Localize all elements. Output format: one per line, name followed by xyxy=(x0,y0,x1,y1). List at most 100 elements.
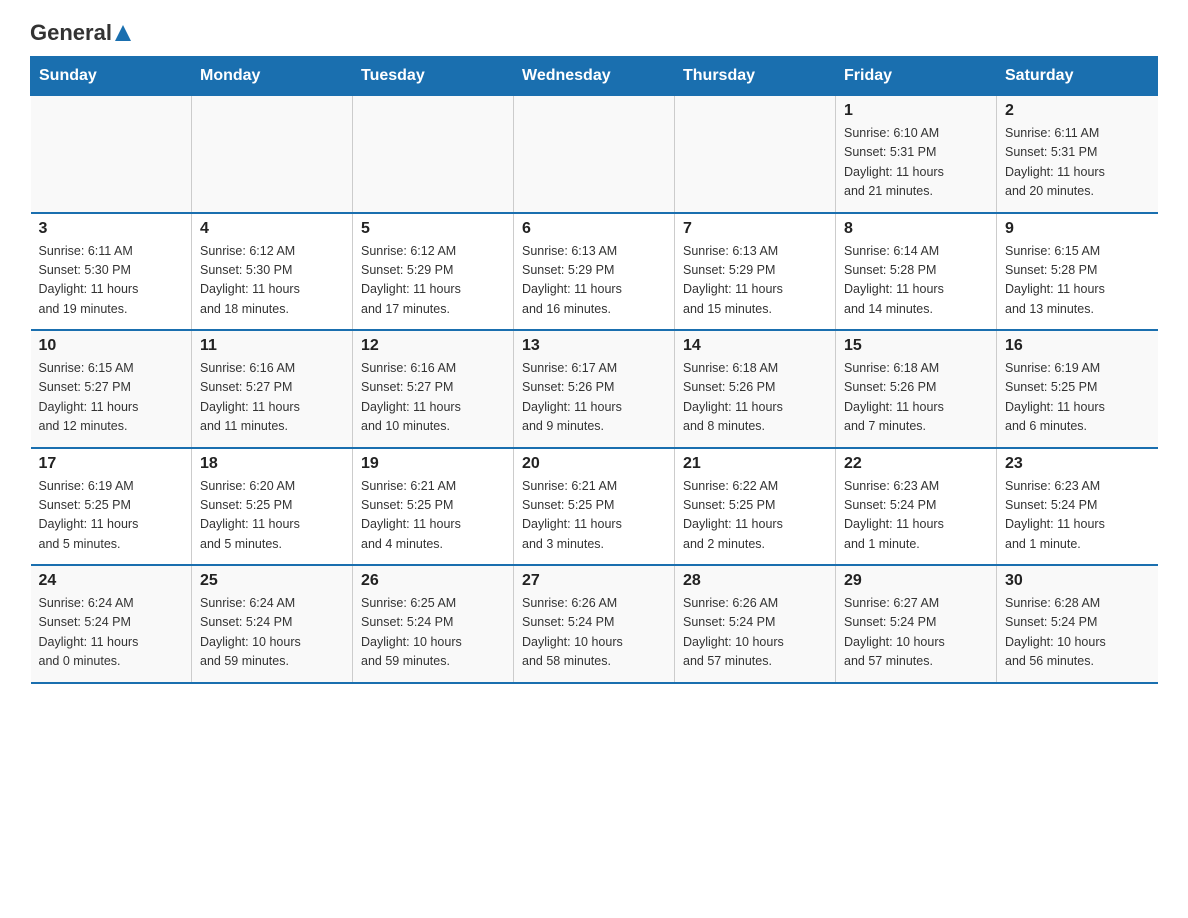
day-number: 21 xyxy=(683,455,827,473)
calendar-table: SundayMondayTuesdayWednesdayThursdayFrid… xyxy=(30,56,1158,684)
calendar-cell: 10 Sunrise: 6:15 AMSunset: 5:27 PMDayligh… xyxy=(31,330,192,448)
day-info: Sunrise: 6:23 AMSunset: 5:24 PMDaylight:… xyxy=(844,477,988,555)
day-info: Sunrise: 6:19 AMSunset: 5:25 PMDaylight:… xyxy=(39,477,184,555)
logo-triangle-icon xyxy=(115,25,131,41)
calendar-cell: 19Sunrise: 6:21 AMSunset: 5:25 PMDayligh… xyxy=(353,448,514,566)
calendar-cell: 20 Sunrise: 6:21 AMSunset: 5:25 PMDayligh… xyxy=(514,448,675,566)
calendar-cell: 14 Sunrise: 6:18 AMSunset: 5:26 PMDayligh… xyxy=(675,330,836,448)
day-number: 15 xyxy=(844,337,988,355)
day-info: Sunrise: 6:16 AMSunset: 5:27 PMDaylight:… xyxy=(361,359,505,437)
day-info: Sunrise: 6:14 AMSunset: 5:28 PMDaylight:… xyxy=(844,242,988,320)
day-number: 24 xyxy=(39,572,184,590)
header-cell-sunday: Sunday xyxy=(31,57,192,96)
calendar-cell: 30Sunrise: 6:28 AMSunset: 5:24 PMDayligh… xyxy=(997,565,1158,683)
calendar-cell: 24 Sunrise: 6:24 AMSunset: 5:24 PMDayligh… xyxy=(31,565,192,683)
week-row: 24 Sunrise: 6:24 AMSunset: 5:24 PMDayligh… xyxy=(31,565,1158,683)
day-info: Sunrise: 6:19 AMSunset: 5:25 PMDaylight:… xyxy=(1005,359,1150,437)
week-row: 3 Sunrise: 6:11 AMSunset: 5:30 PMDaylight… xyxy=(31,213,1158,331)
day-number: 22 xyxy=(844,455,988,473)
calendar-cell: 15Sunrise: 6:18 AMSunset: 5:26 PMDayligh… xyxy=(836,330,997,448)
header-cell-saturday: Saturday xyxy=(997,57,1158,96)
calendar-cell: 1 Sunrise: 6:10 AMSunset: 5:31 PMDaylight… xyxy=(836,96,997,213)
day-number: 3 xyxy=(39,220,184,238)
calendar-cell: 13 Sunrise: 6:17 AMSunset: 5:26 PMDayligh… xyxy=(514,330,675,448)
day-info: Sunrise: 6:22 AMSunset: 5:25 PMDaylight:… xyxy=(683,477,827,555)
day-info: Sunrise: 6:26 AMSunset: 5:24 PMDaylight:… xyxy=(522,594,666,672)
day-number: 20 xyxy=(522,455,666,473)
day-info: Sunrise: 6:10 AMSunset: 5:31 PMDaylight:… xyxy=(844,124,988,202)
day-number: 28 xyxy=(683,572,827,590)
day-number: 18 xyxy=(200,455,344,473)
header-cell-tuesday: Tuesday xyxy=(353,57,514,96)
calendar-cell: 18 Sunrise: 6:20 AMSunset: 5:25 PMDayligh… xyxy=(192,448,353,566)
day-number: 7 xyxy=(683,220,827,238)
day-number: 29 xyxy=(844,572,988,590)
day-info: Sunrise: 6:24 AMSunset: 5:24 PMDaylight:… xyxy=(39,594,184,672)
calendar-cell: 5Sunrise: 6:12 AMSunset: 5:29 PMDaylight… xyxy=(353,213,514,331)
day-number: 11 xyxy=(200,337,344,355)
day-number: 4 xyxy=(200,220,344,238)
header-cell-wednesday: Wednesday xyxy=(514,57,675,96)
calendar-cell: 25 Sunrise: 6:24 AMSunset: 5:24 PMDayligh… xyxy=(192,565,353,683)
calendar-cell xyxy=(353,96,514,213)
day-info: Sunrise: 6:15 AMSunset: 5:27 PMDaylight:… xyxy=(39,359,184,437)
calendar-cell: 22 Sunrise: 6:23 AMSunset: 5:24 PMDayligh… xyxy=(836,448,997,566)
calendar-cell: 2 Sunrise: 6:11 AMSunset: 5:31 PMDaylight… xyxy=(997,96,1158,213)
day-number: 26 xyxy=(361,572,505,590)
day-number: 17 xyxy=(39,455,184,473)
calendar-cell: 16 Sunrise: 6:19 AMSunset: 5:25 PMDayligh… xyxy=(997,330,1158,448)
week-row: 10 Sunrise: 6:15 AMSunset: 5:27 PMDayligh… xyxy=(31,330,1158,448)
day-info: Sunrise: 6:25 AMSunset: 5:24 PMDaylight:… xyxy=(361,594,505,672)
logo-general: General xyxy=(30,20,112,46)
day-number: 12 xyxy=(361,337,505,355)
day-number: 10 xyxy=(39,337,184,355)
day-number: 23 xyxy=(1005,455,1150,473)
calendar-cell: 8Sunrise: 6:14 AMSunset: 5:28 PMDaylight… xyxy=(836,213,997,331)
calendar-body: 1 Sunrise: 6:10 AMSunset: 5:31 PMDaylight… xyxy=(31,96,1158,683)
header-row: SundayMondayTuesdayWednesdayThursdayFrid… xyxy=(31,57,1158,96)
calendar-cell xyxy=(675,96,836,213)
day-info: Sunrise: 6:13 AMSunset: 5:29 PMDaylight:… xyxy=(683,242,827,320)
calendar-cell: 28 Sunrise: 6:26 AMSunset: 5:24 PMDayligh… xyxy=(675,565,836,683)
calendar-cell: 26 Sunrise: 6:25 AMSunset: 5:24 PMDayligh… xyxy=(353,565,514,683)
calendar-cell: 23 Sunrise: 6:23 AMSunset: 5:24 PMDayligh… xyxy=(997,448,1158,566)
calendar-cell: 21 Sunrise: 6:22 AMSunset: 5:25 PMDayligh… xyxy=(675,448,836,566)
day-info: Sunrise: 6:11 AMSunset: 5:30 PMDaylight:… xyxy=(39,242,184,320)
page-header: General xyxy=(30,20,1158,42)
day-number: 1 xyxy=(844,102,988,120)
day-number: 27 xyxy=(522,572,666,590)
day-info: Sunrise: 6:24 AMSunset: 5:24 PMDaylight:… xyxy=(200,594,344,672)
day-number: 5 xyxy=(361,220,505,238)
day-info: Sunrise: 6:28 AMSunset: 5:24 PMDaylight:… xyxy=(1005,594,1150,672)
day-number: 9 xyxy=(1005,220,1150,238)
calendar-cell: 27 Sunrise: 6:26 AMSunset: 5:24 PMDayligh… xyxy=(514,565,675,683)
calendar-cell: 7 Sunrise: 6:13 AMSunset: 5:29 PMDaylight… xyxy=(675,213,836,331)
day-number: 14 xyxy=(683,337,827,355)
day-info: Sunrise: 6:11 AMSunset: 5:31 PMDaylight:… xyxy=(1005,124,1150,202)
day-info: Sunrise: 6:12 AMSunset: 5:30 PMDaylight:… xyxy=(200,242,344,320)
header-cell-monday: Monday xyxy=(192,57,353,96)
day-info: Sunrise: 6:23 AMSunset: 5:24 PMDaylight:… xyxy=(1005,477,1150,555)
day-info: Sunrise: 6:26 AMSunset: 5:24 PMDaylight:… xyxy=(683,594,827,672)
calendar-cell: 29Sunrise: 6:27 AMSunset: 5:24 PMDayligh… xyxy=(836,565,997,683)
header-cell-friday: Friday xyxy=(836,57,997,96)
calendar-cell: 17 Sunrise: 6:19 AMSunset: 5:25 PMDayligh… xyxy=(31,448,192,566)
logo: General xyxy=(30,20,133,42)
day-number: 25 xyxy=(200,572,344,590)
day-info: Sunrise: 6:21 AMSunset: 5:25 PMDaylight:… xyxy=(522,477,666,555)
calendar-cell xyxy=(514,96,675,213)
day-info: Sunrise: 6:17 AMSunset: 5:26 PMDaylight:… xyxy=(522,359,666,437)
calendar-cell: 12 Sunrise: 6:16 AMSunset: 5:27 PMDayligh… xyxy=(353,330,514,448)
day-number: 19 xyxy=(361,455,505,473)
day-info: Sunrise: 6:15 AMSunset: 5:28 PMDaylight:… xyxy=(1005,242,1150,320)
calendar-cell: 3 Sunrise: 6:11 AMSunset: 5:30 PMDaylight… xyxy=(31,213,192,331)
day-info: Sunrise: 6:13 AMSunset: 5:29 PMDaylight:… xyxy=(522,242,666,320)
day-info: Sunrise: 6:20 AMSunset: 5:25 PMDaylight:… xyxy=(200,477,344,555)
header-cell-thursday: Thursday xyxy=(675,57,836,96)
day-info: Sunrise: 6:18 AMSunset: 5:26 PMDaylight:… xyxy=(683,359,827,437)
day-number: 16 xyxy=(1005,337,1150,355)
week-row: 17 Sunrise: 6:19 AMSunset: 5:25 PMDayligh… xyxy=(31,448,1158,566)
day-number: 2 xyxy=(1005,102,1150,120)
calendar-header: SundayMondayTuesdayWednesdayThursdayFrid… xyxy=(31,57,1158,96)
day-number: 13 xyxy=(522,337,666,355)
